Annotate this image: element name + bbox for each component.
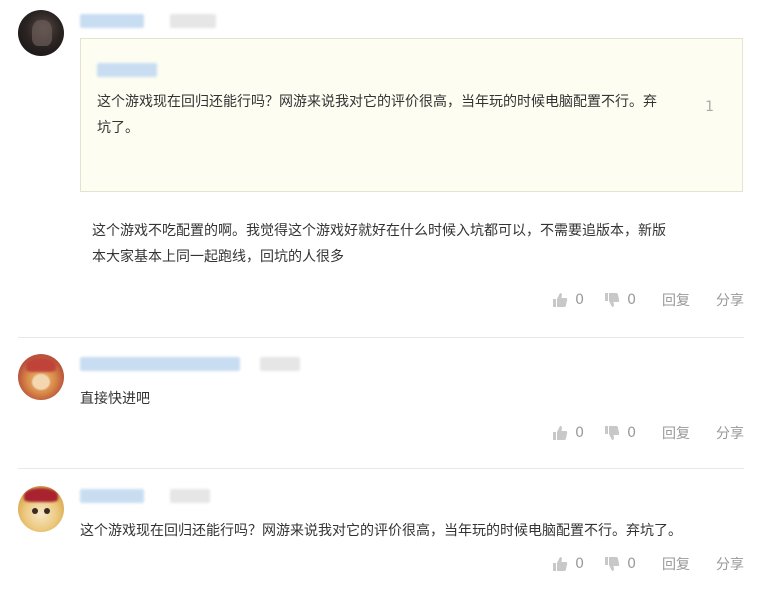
quoted-text-line-1: 这个游戏现在回归还能行吗？网游来说我对它的评价很高，当年玩的时候电脑配置不行。弃 (97, 94, 657, 110)
avatar[interactable] (18, 10, 64, 56)
comment-text-line-1: 这个游戏不吃配置的啊。我觉得这个游戏好就好在什么时候入坑都可以，不需要追版本，新… (92, 223, 666, 239)
dislike-count: 0 (627, 425, 636, 441)
quoted-comment: 1 这个游戏现在回归还能行吗？网游来说我对它的评价很高，当年玩的时候电脑配置不行… (80, 38, 743, 192)
like-count: 0 (575, 556, 585, 572)
share-button[interactable]: 分享 (716, 290, 744, 310)
like-button[interactable]: 0 (552, 556, 584, 572)
like-button[interactable]: 0 (552, 425, 584, 441)
comment-actions: 0 0 回复 分享 (532, 423, 744, 443)
comment-text-line-1: 这个游戏现在回归还能行吗？网游来说我对它的评价很高，当年玩的时候电脑配置不行。弃… (80, 523, 682, 539)
avatar[interactable] (18, 486, 64, 532)
dislike-count: 0 (627, 556, 636, 572)
thumbs-up-icon (553, 557, 568, 571)
comment-actions: 0 0 回复 分享 (532, 290, 744, 310)
timestamp (170, 489, 210, 503)
timestamp (260, 357, 300, 371)
floor-number: 1 (705, 99, 714, 115)
reply-button[interactable]: 回复 (662, 554, 690, 574)
like-button[interactable]: 0 (552, 292, 584, 308)
dislike-button[interactable]: 0 (604, 425, 636, 441)
reply-button[interactable]: 回复 (662, 290, 690, 310)
thumbs-down-icon (605, 426, 620, 440)
username[interactable] (80, 357, 240, 371)
avatar[interactable] (18, 354, 64, 400)
like-count: 0 (575, 292, 585, 308)
dislike-button[interactable]: 0 (604, 292, 636, 308)
reply-button[interactable]: 回复 (662, 423, 690, 443)
timestamp (170, 14, 216, 28)
divider (18, 337, 744, 338)
thumbs-up-icon (553, 293, 568, 307)
thumbs-down-icon (605, 293, 620, 307)
comment-actions: 0 0 回复 分享 (532, 554, 744, 574)
divider (18, 468, 744, 469)
comment-text-line-2: 本大家基本上同一起跑线，回坑的人很多 (92, 249, 344, 265)
quoted-text-line-2: 坑了。 (97, 120, 139, 136)
dislike-count: 0 (627, 292, 636, 308)
comment-text-line-1: 直接快进吧 (80, 391, 150, 407)
like-count: 0 (575, 425, 585, 441)
thumbs-down-icon (605, 557, 620, 571)
share-button[interactable]: 分享 (716, 554, 744, 574)
thumbs-up-icon (553, 426, 568, 440)
share-button[interactable]: 分享 (716, 423, 744, 443)
username[interactable] (80, 489, 144, 503)
dislike-button[interactable]: 0 (604, 556, 636, 572)
username[interactable] (80, 14, 144, 28)
quoted-username (97, 63, 157, 77)
